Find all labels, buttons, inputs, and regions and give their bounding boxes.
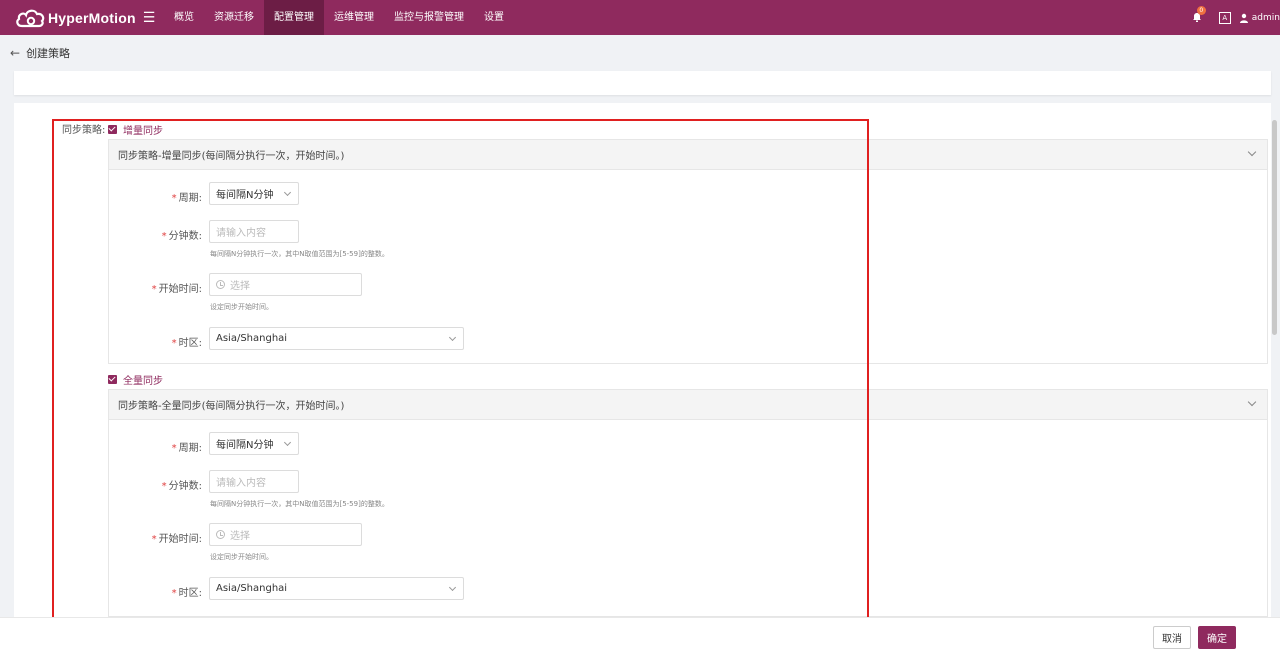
main-nav: 概览 资源迁移 配置管理 运维管理 监控与报警管理 设置 <box>164 0 514 35</box>
incremental-period-select[interactable]: 每间隔N分钟 <box>209 182 299 205</box>
chevron-down-icon <box>283 438 292 447</box>
incremental-tz-label: * 时区: <box>171 338 202 349</box>
chevron-down-icon[interactable] <box>1247 397 1257 407</box>
cancel-button[interactable]: 取消 <box>1153 626 1191 649</box>
user-menu[interactable]: admin <box>1239 13 1280 23</box>
menu-toggle-icon[interactable]: ☰ <box>136 10 162 26</box>
chevron-down-icon <box>448 333 457 342</box>
full-sync-checkbox[interactable] <box>108 375 117 384</box>
full-sync-label: 全量同步 <box>123 376 163 387</box>
incremental-panel-title: 同步策略-增量同步(每间隔分执行一次，开始时间。) <box>118 151 345 162</box>
full-period-label: * 周期: <box>171 443 202 454</box>
incremental-sync-checkbox-row[interactable]: 增量同步 <box>108 122 163 137</box>
app-name: HyperMotion <box>48 9 136 26</box>
nav-item-settings[interactable]: 设置 <box>474 0 514 35</box>
notification-bell-icon[interactable]: 0 <box>1191 5 1206 25</box>
full-period-select[interactable]: 每间隔N分钟 <box>209 432 299 455</box>
chevron-down-icon <box>283 188 292 197</box>
chevron-down-icon[interactable] <box>1247 147 1257 157</box>
full-minutes-hint: 每间隔N分钟执行一次，其中N取值范围为[5-59]的整数。 <box>210 500 389 508</box>
user-icon <box>1239 13 1248 23</box>
full-sync-checkbox-row[interactable]: 全量同步 <box>108 372 163 387</box>
full-minutes-label: * 分钟数: <box>161 481 202 492</box>
incremental-start-label: * 开始时间: <box>151 284 202 295</box>
incremental-sync-label: 增量同步 <box>123 126 163 137</box>
app-logo[interactable]: HyperMotion <box>0 7 136 29</box>
footer-bar: 取消 确定 <box>0 617 1280 654</box>
incremental-timezone-select[interactable]: Asia/Shanghai <box>209 327 464 350</box>
incremental-period-label: * 周期: <box>171 193 202 204</box>
username: admin <box>1251 12 1280 23</box>
chevron-down-icon <box>448 583 457 592</box>
incremental-sync-checkbox[interactable] <box>108 125 117 134</box>
full-start-label: * 开始时间: <box>151 534 202 545</box>
incremental-start-time-picker[interactable]: 选择 <box>209 273 362 296</box>
confirm-button[interactable]: 确定 <box>1198 626 1236 649</box>
nav-item-config[interactable]: 配置管理 <box>264 0 324 35</box>
page-header: ← 创建策略 <box>0 35 1280 71</box>
incremental-minutes-hint: 每间隔N分钟执行一次，其中N取值范围为[5-59]的整数。 <box>210 250 389 258</box>
full-start-time-picker[interactable]: 选择 <box>209 523 362 546</box>
nav-item-ops[interactable]: 运维管理 <box>324 0 384 35</box>
clock-icon <box>216 280 225 289</box>
nav-item-migration[interactable]: 资源迁移 <box>204 0 264 35</box>
full-timezone-select[interactable]: Asia/Shanghai <box>209 577 464 600</box>
full-tz-label: * 时区: <box>171 588 202 599</box>
incremental-start-hint: 设定同步开始时间。 <box>210 303 273 311</box>
notification-badge: 0 <box>1196 5 1206 15</box>
top-nav-bar: HyperMotion ☰ 概览 资源迁移 配置管理 运维管理 监控与报警管理 … <box>0 0 1280 35</box>
nav-item-overview[interactable]: 概览 <box>164 0 204 35</box>
back-arrow-icon[interactable]: ← <box>10 46 20 60</box>
nav-item-monitoring[interactable]: 监控与报警管理 <box>384 0 474 35</box>
full-panel-header[interactable]: 同步策略-全量同步(每间隔分执行一次，开始时间。) <box>109 390 1267 420</box>
clock-icon <box>216 530 225 539</box>
scrollbar-thumb[interactable] <box>1272 120 1277 335</box>
top-card <box>14 71 1271 95</box>
incremental-minutes-label: * 分钟数: <box>161 231 202 242</box>
page-title: 创建策略 <box>26 47 71 60</box>
cloud-logo-icon <box>16 9 45 27</box>
incremental-panel-header[interactable]: 同步策略-增量同步(每间隔分执行一次，开始时间。) <box>109 140 1267 170</box>
sync-policy-label: 同步策略: <box>62 125 106 136</box>
full-minutes-input[interactable]: 请输入内容 <box>209 470 299 493</box>
language-switch[interactable]: A <box>1218 11 1231 24</box>
full-start-hint: 设定同步开始时间。 <box>210 553 273 561</box>
full-panel-title: 同步策略-全量同步(每间隔分执行一次，开始时间。) <box>118 401 345 412</box>
incremental-minutes-input[interactable]: 请输入内容 <box>209 220 299 243</box>
